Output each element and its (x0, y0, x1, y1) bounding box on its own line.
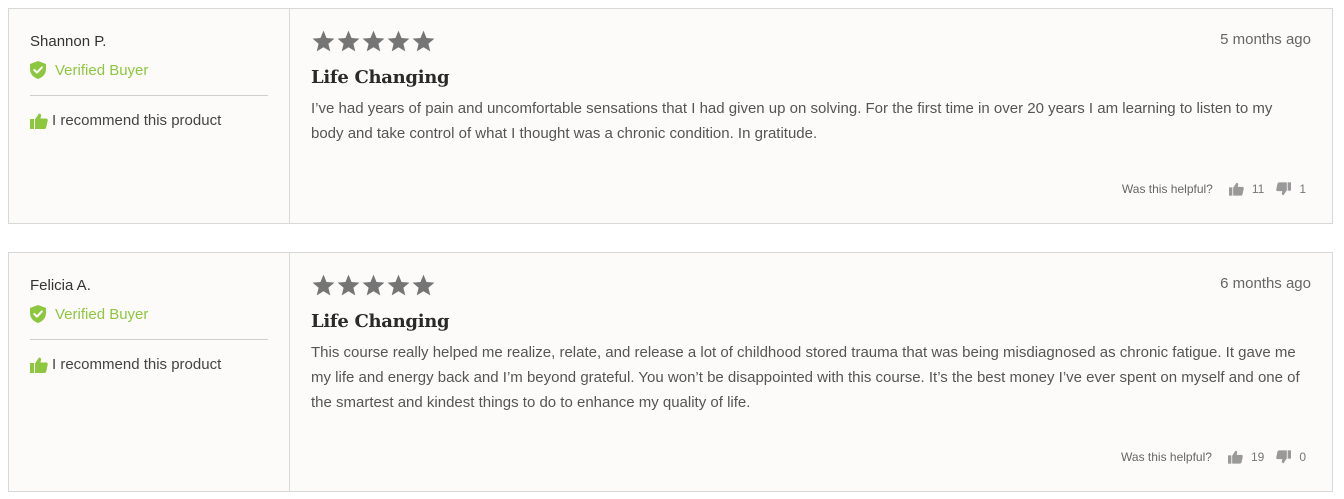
review-content: 6 months ago Life Changing This course r… (290, 253, 1332, 491)
review-title: Life Changing (311, 311, 450, 332)
star-icon (337, 274, 360, 295)
helpful-no-button[interactable]: 1 (1276, 182, 1306, 196)
helpful-no-count: 0 (1299, 450, 1306, 464)
review-content: 5 months ago Life Changing I’ve had year… (290, 9, 1332, 223)
verified-buyer-badge: Verified Buyer (30, 305, 268, 323)
helpful-yes-count: 11 (1251, 182, 1265, 196)
reviewer-name: Shannon P. (30, 33, 107, 50)
helpful-yes-button[interactable]: 11 (1228, 182, 1265, 196)
star-icon (412, 30, 435, 51)
recommend-label: I recommend this product (52, 112, 222, 129)
thumbs-up-icon (30, 113, 48, 129)
star-icon (312, 274, 335, 295)
verified-shield-icon (30, 61, 46, 79)
helpful-label: Was this helpful? (1121, 182, 1213, 196)
helpful-votes: Was this helpful? 11 1 (1122, 182, 1306, 196)
helpful-no-count: 1 (1299, 182, 1306, 196)
review-body: This course really helped me realize, re… (311, 344, 1300, 411)
thumbs-up-icon (30, 357, 48, 373)
helpful-label: Was this helpful? (1121, 450, 1212, 464)
star-rating (311, 271, 1311, 299)
star-icon (362, 30, 385, 51)
divider (30, 339, 268, 340)
divider (30, 95, 268, 96)
star-icon (362, 274, 385, 295)
recommend-label: I recommend this product (52, 356, 222, 373)
reviewer-name: Felicia A. (30, 277, 91, 294)
verified-label: Verified Buyer (55, 61, 149, 79)
thumbs-down-icon (1276, 450, 1292, 464)
review-title: Life Changing (311, 67, 450, 88)
review-date: 5 months ago (1220, 31, 1311, 48)
helpful-yes-button[interactable]: 19 (1227, 450, 1265, 464)
thumbs-up-icon (1228, 182, 1244, 196)
thumbs-up-icon (1227, 450, 1243, 464)
review-card: Shannon P. Verified Buyer I recommend th… (8, 8, 1333, 224)
star-rating (311, 27, 1311, 55)
reviewer-panel: Felicia A. Verified Buyer I recommend th… (9, 253, 290, 491)
thumbs-down-icon (1276, 182, 1292, 196)
helpful-no-button[interactable]: 0 (1276, 450, 1306, 464)
verified-buyer-badge: Verified Buyer (30, 61, 268, 79)
star-icon (312, 30, 335, 51)
helpful-votes: Was this helpful? 19 0 (1121, 450, 1306, 464)
recommend-indicator: I recommend this product (30, 112, 268, 129)
verified-label: Verified Buyer (55, 305, 149, 323)
review-body: I’ve had years of pain and uncomfortable… (311, 100, 1273, 142)
review-card: Felicia A. Verified Buyer I recommend th… (8, 252, 1333, 492)
star-icon (387, 30, 410, 51)
star-icon (412, 274, 435, 295)
star-icon (337, 30, 360, 51)
recommend-indicator: I recommend this product (30, 356, 268, 373)
star-icon (387, 274, 410, 295)
helpful-yes-count: 19 (1250, 450, 1265, 464)
review-date: 6 months ago (1220, 275, 1311, 292)
verified-shield-icon (30, 305, 46, 323)
reviewer-panel: Shannon P. Verified Buyer I recommend th… (9, 9, 290, 223)
